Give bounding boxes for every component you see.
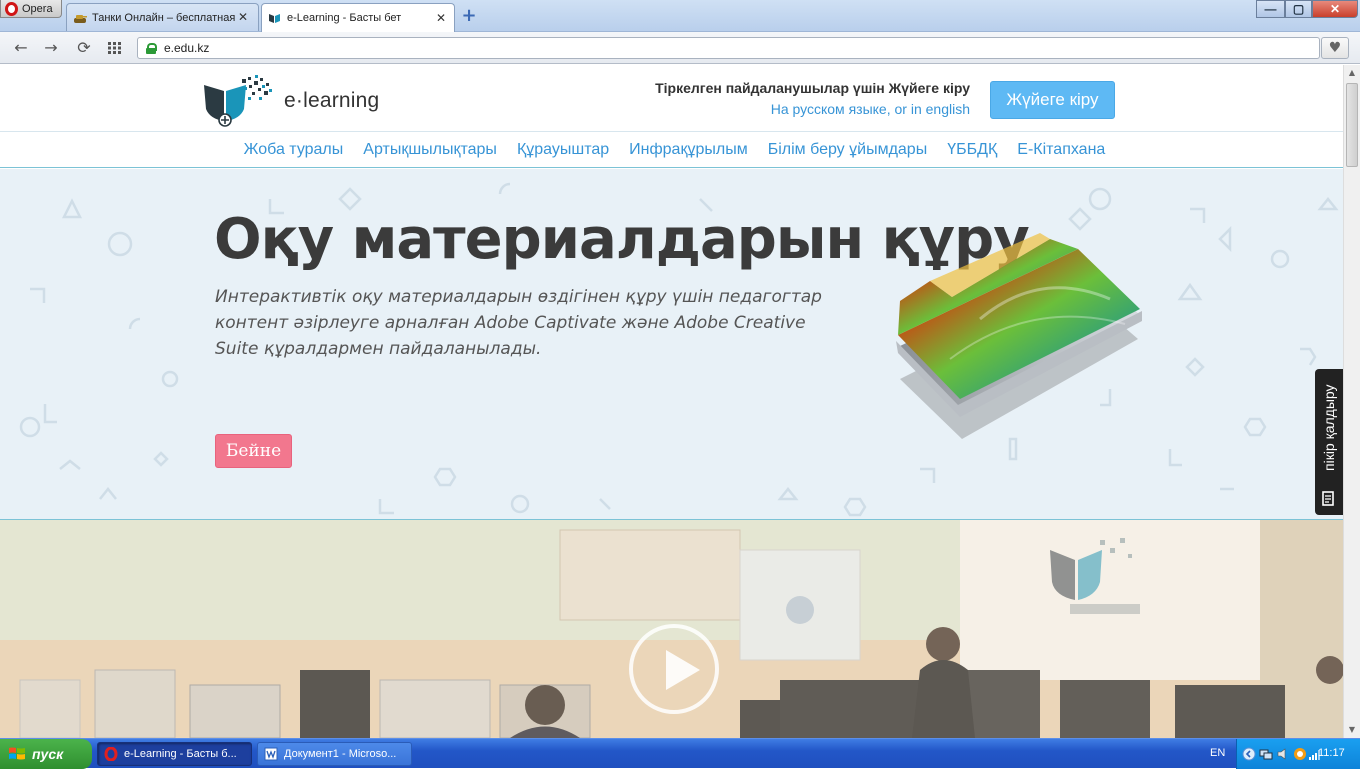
taskbar-item-word[interactable]: Документ1 - Microso...: [257, 742, 412, 766]
opera-icon: [104, 747, 118, 761]
elearning-favicon-icon: [269, 14, 280, 23]
nav-item-about[interactable]: Жоба туралы: [244, 141, 344, 159]
opera-logo-icon: [5, 1, 18, 16]
windows-flag-icon: [9, 747, 25, 760]
address-toolbar: ← → ⟳ e.edu.kz ♥: [0, 32, 1360, 64]
address-field[interactable]: e.edu.kz: [137, 37, 1320, 59]
tab-title: e-Learning - Басты бет: [287, 12, 402, 24]
speed-dial-icon[interactable]: [108, 42, 122, 54]
bookmark-heart-icon[interactable]: ♥: [1321, 37, 1349, 59]
close-window-button[interactable]: ✕: [1312, 0, 1358, 18]
scroll-up-icon[interactable]: ▲: [1344, 65, 1360, 81]
hero-slider: Оқу материалдарын құру Интерактивтік оқу…: [0, 169, 1343, 520]
tray-expand-icon[interactable]: [1242, 747, 1256, 761]
nav-item-ubbdk[interactable]: ҮББДҚ: [947, 141, 997, 159]
lang-link-russian[interactable]: На русском языке: [771, 101, 887, 117]
tank-favicon-icon: [74, 14, 87, 23]
windows-taskbar: пуск e-Learning - Басты б... Документ1 -…: [0, 738, 1360, 769]
folder-illustration-icon: [896, 233, 1142, 439]
word-document-icon: [264, 747, 278, 761]
scroll-down-icon[interactable]: ▼: [1344, 722, 1360, 738]
nav-item-library[interactable]: Е-Кітапхана: [1017, 141, 1105, 159]
taskbar-item-opera[interactable]: e-Learning - Басты б...: [97, 742, 252, 766]
scroll-thumb[interactable]: [1346, 83, 1358, 167]
site-header: e·learning Тіркелген пайдаланушылар үшін…: [0, 65, 1343, 132]
site-logo[interactable]: e·learning: [202, 75, 392, 127]
taskbar-item-label: e-Learning - Басты б...: [124, 748, 237, 760]
lang-link-english[interactable]: in english: [911, 101, 970, 117]
back-button[interactable]: ←: [10, 38, 32, 58]
maximize-button[interactable]: ▢: [1285, 0, 1312, 18]
opera-menu-label: Opera: [22, 2, 53, 15]
sound-icon[interactable]: [1276, 747, 1290, 761]
taskbar-item-label: Документ1 - Microso...: [284, 748, 397, 760]
page-scrollbar[interactable]: ▲ ▼: [1343, 65, 1360, 738]
nav-item-organizations[interactable]: Білім беру ұйымдары: [768, 141, 928, 159]
network-icon[interactable]: [1259, 747, 1273, 761]
nav-item-infrastructure[interactable]: Инфрақұрылым: [629, 141, 748, 159]
main-nav: Жоба туралы Артықшылықтары Құрауыштар Ин…: [0, 133, 1343, 168]
tab-elearning[interactable]: e-Learning - Басты бет ✕: [261, 3, 455, 32]
login-button[interactable]: Жүйеге кіру: [990, 81, 1115, 119]
lang-separator: , or: [886, 101, 911, 117]
page-viewport: e·learning Тіркелген пайдаланушылар үшін…: [0, 65, 1343, 738]
new-tab-button[interactable]: +: [459, 7, 479, 27]
minimize-button[interactable]: —: [1256, 0, 1285, 18]
address-text: e.edu.kz: [164, 41, 210, 55]
opera-menu-button[interactable]: Opera: [0, 0, 62, 18]
browser-titlebar: Opera Танки Онлайн – бесплатная e-Learni…: [0, 0, 1360, 32]
login-hint: Тіркелген пайдаланушылар үшін Жүйеге кір…: [655, 80, 970, 96]
language-indicator[interactable]: EN: [1210, 747, 1225, 759]
nav-item-components[interactable]: Құрауыштар: [517, 141, 609, 159]
video-button[interactable]: Бейне: [215, 434, 292, 468]
tab-title: Танки Онлайн – бесплатная: [92, 11, 236, 24]
video-preview[interactable]: [0, 520, 1343, 738]
play-video-button[interactable]: [629, 624, 719, 714]
avast-icon[interactable]: [1293, 747, 1307, 761]
taskbar-clock: 11:17: [1318, 747, 1345, 759]
nav-item-advantages[interactable]: Артықшылықтары: [363, 141, 497, 159]
reload-button[interactable]: ⟳: [73, 38, 95, 58]
elearning-logo-icon: [204, 75, 272, 127]
feedback-edit-icon[interactable]: [1322, 490, 1336, 506]
language-links: На русском языке, or in english: [560, 101, 970, 117]
forward-button[interactable]: →: [40, 38, 62, 58]
lock-icon: [146, 42, 157, 54]
feedback-label[interactable]: пікір қалдыру: [1317, 361, 1341, 495]
start-button[interactable]: пуск: [0, 739, 92, 769]
hero-description: Интерактивтік оқу материалдарын өздігіне…: [215, 287, 822, 359]
logo-text: e·learning: [284, 89, 380, 112]
tab-tanki[interactable]: Танки Онлайн – бесплатная: [66, 3, 259, 31]
close-tab-icon[interactable]: ✕: [238, 10, 248, 24]
start-label: пуск: [32, 746, 64, 762]
close-tab-icon[interactable]: ✕: [436, 11, 446, 25]
